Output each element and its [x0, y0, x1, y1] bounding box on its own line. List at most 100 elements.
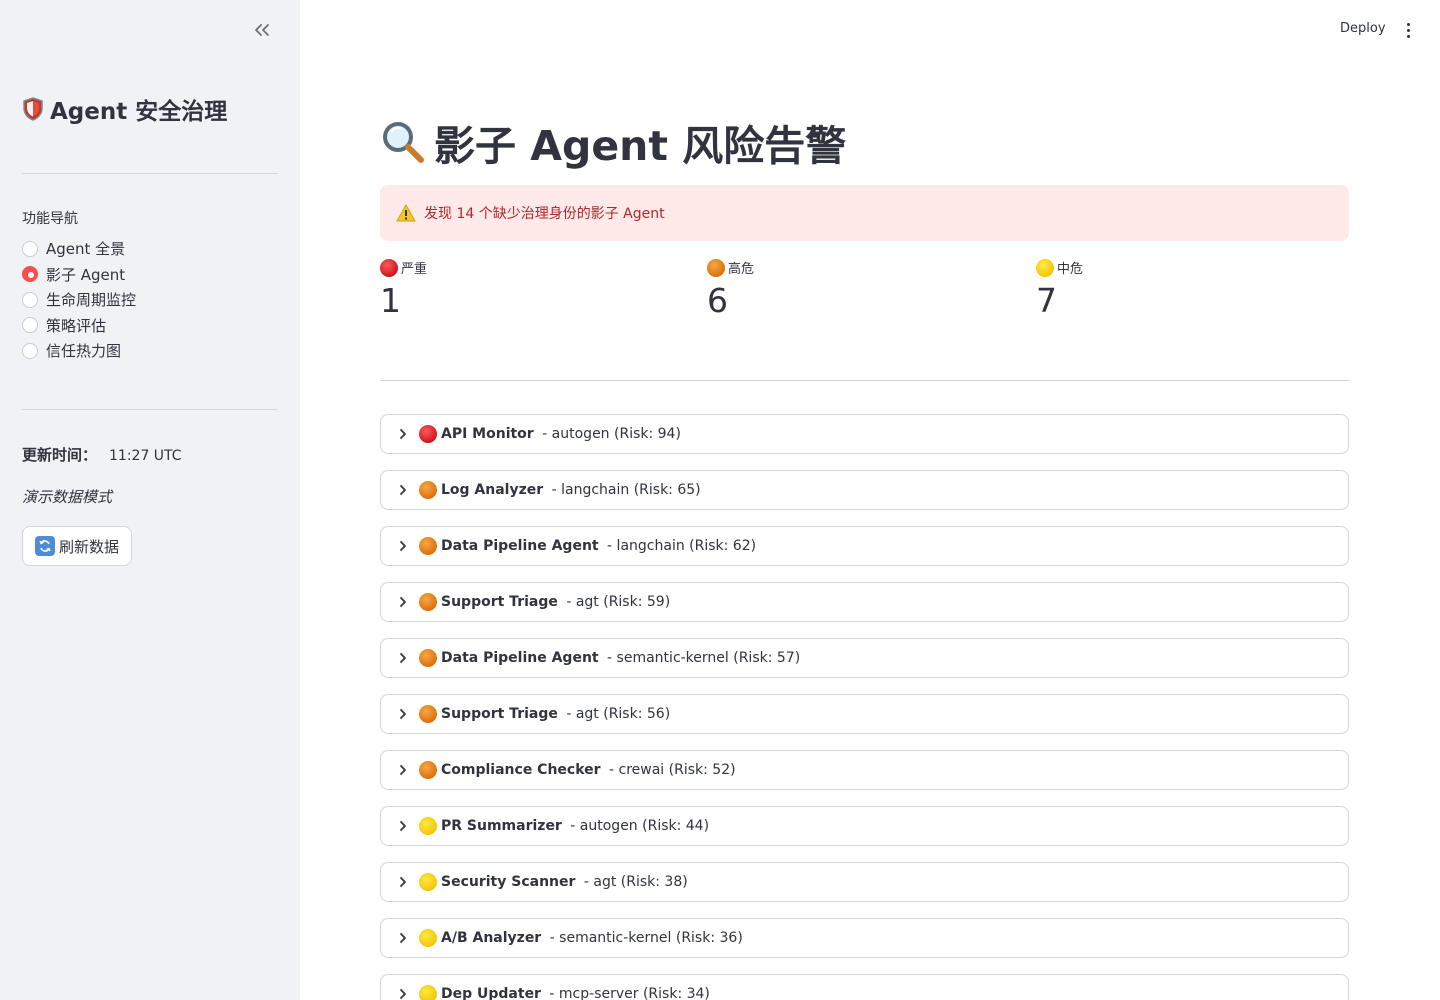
- chevron-right-icon: [395, 650, 411, 666]
- chevron-right-icon: [395, 538, 411, 554]
- vertical-dots-icon: [1406, 22, 1410, 26]
- sidebar-divider: [22, 409, 278, 410]
- nav-item-label: 生命周期监控: [46, 291, 137, 310]
- orange-circle-icon: [419, 761, 437, 779]
- agent-name: PR Summarizer: [441, 818, 562, 834]
- nav-item-agent-overview[interactable]: Agent 全景: [22, 236, 136, 262]
- red-circle-icon: [419, 425, 437, 443]
- agent-expander[interactable]: A/B Analyzer - semantic-kernel (Risk: 36…: [380, 918, 1349, 958]
- update-time: 更新时间： 11:27 UTC: [22, 444, 182, 465]
- main-divider: [380, 380, 1349, 381]
- main-content: Deploy 影子 Agent 风险告警 发现 14 个缺少治理身份的影子 Ag…: [300, 0, 1440, 1000]
- nav-item-lifecycle[interactable]: 生命周期监控: [22, 287, 136, 313]
- refresh-button-label: 刷新数据: [59, 538, 120, 556]
- agent-detail: - agt (Risk: 56): [561, 706, 671, 722]
- yellow-circle-icon: [419, 873, 437, 891]
- vertical-dots-icon: [1406, 28, 1410, 32]
- agent-expander-label: Support Triage - agt (Risk: 56): [419, 705, 670, 723]
- agent-detail: - semantic-kernel (Risk: 36): [545, 930, 743, 946]
- agent-expander[interactable]: Data Pipeline Agent - semantic-kernel (R…: [380, 638, 1349, 678]
- orange-circle-icon: [419, 481, 437, 499]
- agent-name: Data Pipeline Agent: [441, 650, 599, 666]
- agent-expander[interactable]: Security Scanner - agt (Risk: 38): [380, 862, 1349, 902]
- agent-name: A/B Analyzer: [441, 930, 542, 946]
- agent-expander-label: API Monitor - autogen (Risk: 94): [419, 425, 681, 443]
- sidebar-title-text: Agent 安全治理: [50, 99, 228, 125]
- metric-label-text: 中危: [1057, 262, 1084, 277]
- agent-name: Support Triage: [441, 706, 558, 722]
- nav-item-label: 信任热力图: [46, 342, 122, 361]
- agent-detail: - crewai (Risk: 52): [604, 762, 736, 778]
- deploy-button[interactable]: Deploy: [1340, 21, 1386, 36]
- nav-item-policy[interactable]: 策略评估: [22, 313, 136, 339]
- agent-expander[interactable]: PR Summarizer - autogen (Risk: 44): [380, 806, 1349, 846]
- chevron-right-icon: [395, 930, 411, 946]
- double-chevron-left-icon: [255, 24, 269, 36]
- radio-button-selected[interactable]: [22, 266, 38, 283]
- nav-item-trust-heatmap[interactable]: 信任热力图: [22, 338, 136, 364]
- agent-detail: - langchain (Risk: 65): [547, 482, 701, 498]
- agent-expander-label: Compliance Checker - crewai (Risk: 52): [419, 761, 736, 779]
- agent-name: API Monitor: [441, 426, 534, 442]
- agent-expander-label: Support Triage - agt (Risk: 59): [419, 593, 670, 611]
- agent-expander-label: Data Pipeline Agent - semantic-kernel (R…: [419, 649, 800, 667]
- agent-expander-label: PR Summarizer - autogen (Risk: 44): [419, 817, 709, 835]
- nav-item-label: 策略评估: [46, 316, 107, 335]
- nav-item-label: Agent 全景: [46, 240, 126, 259]
- agent-detail: - agt (Risk: 38): [579, 874, 688, 890]
- chevron-right-icon: [395, 874, 411, 890]
- nav-item-shadow-agent[interactable]: 影子 Agent: [22, 262, 136, 288]
- chevron-right-icon: [395, 706, 411, 722]
- yellow-circle-icon: [419, 985, 437, 1000]
- more-menu-button[interactable]: [1400, 18, 1416, 42]
- refresh-data-button[interactable]: 刷新数据: [22, 526, 133, 566]
- nav-item-label: 影子 Agent: [46, 265, 126, 284]
- agent-detail: - langchain (Risk: 62): [602, 538, 757, 554]
- agent-detail: - autogen (Risk: 94): [537, 426, 681, 442]
- agent-expander[interactable]: Data Pipeline Agent - langchain (Risk: 6…: [380, 526, 1349, 566]
- agent-expander[interactable]: Log Analyzer - langchain (Risk: 65): [380, 470, 1349, 510]
- metric-value: 1: [380, 281, 401, 320]
- radio-button[interactable]: [22, 240, 38, 257]
- radio-button[interactable]: [22, 291, 38, 308]
- agent-detail: - semantic-kernel (Risk: 57): [602, 650, 801, 666]
- agent-expander[interactable]: API Monitor - autogen (Risk: 94): [380, 414, 1349, 454]
- chevron-right-icon: [395, 426, 411, 442]
- warning-alert: 发现 14 个缺少治理身份的影子 Agent: [380, 185, 1349, 241]
- update-time-value: 11:27 UTC: [109, 448, 182, 464]
- red-circle-icon: [380, 258, 398, 277]
- agent-expander[interactable]: Dep Updater - mcp-server (Risk: 34): [380, 974, 1349, 1000]
- page-title-text: 影子 Agent 风险告警: [434, 122, 847, 170]
- orange-circle-icon: [419, 537, 437, 555]
- agent-detail: - autogen (Risk: 44): [565, 818, 710, 834]
- radio-button[interactable]: [22, 317, 38, 334]
- metric-label-text: 严重: [401, 262, 428, 277]
- agent-name: Compliance Checker: [441, 762, 601, 778]
- agent-expander[interactable]: Support Triage - agt (Risk: 56): [380, 694, 1349, 734]
- shield-icon: [23, 97, 43, 121]
- agent-expander-label: A/B Analyzer - semantic-kernel (Risk: 36…: [419, 929, 743, 947]
- radio-button[interactable]: [22, 342, 38, 359]
- vertical-dots-icon: [1406, 34, 1410, 38]
- agent-detail: - agt (Risk: 59): [561, 594, 671, 610]
- agent-name: Security Scanner: [441, 874, 576, 890]
- chevron-right-icon: [395, 482, 411, 498]
- sidebar: Agent 安全治理 功能导航 Agent 全景 影子 Agent 生命周期监控…: [0, 0, 300, 1000]
- metric-critical: 严重 1: [380, 258, 427, 320]
- agent-expander-label: Dep Updater - mcp-server (Risk: 34): [419, 985, 710, 1000]
- agent-name: Dep Updater: [441, 986, 541, 1000]
- chevron-right-icon: [395, 762, 411, 778]
- metric-medium: 中危 7: [1036, 258, 1083, 320]
- nav-radio-group: Agent 全景 影子 Agent 生命周期监控 策略评估 信任热力图: [22, 236, 136, 364]
- agent-expander[interactable]: Support Triage - agt (Risk: 59): [380, 582, 1349, 622]
- orange-circle-icon: [707, 258, 725, 277]
- chevron-right-icon: [395, 594, 411, 610]
- metric-label: 严重: [380, 258, 427, 277]
- warning-icon: [396, 204, 416, 222]
- magnifier-icon: [383, 122, 424, 163]
- agent-expander-label: Data Pipeline Agent - langchain (Risk: 6…: [419, 537, 756, 555]
- metric-label-text: 高危: [728, 262, 755, 277]
- metric-label: 中危: [1036, 258, 1083, 277]
- collapse-sidebar-button[interactable]: [250, 18, 274, 42]
- agent-expander[interactable]: Compliance Checker - crewai (Risk: 52): [380, 750, 1349, 790]
